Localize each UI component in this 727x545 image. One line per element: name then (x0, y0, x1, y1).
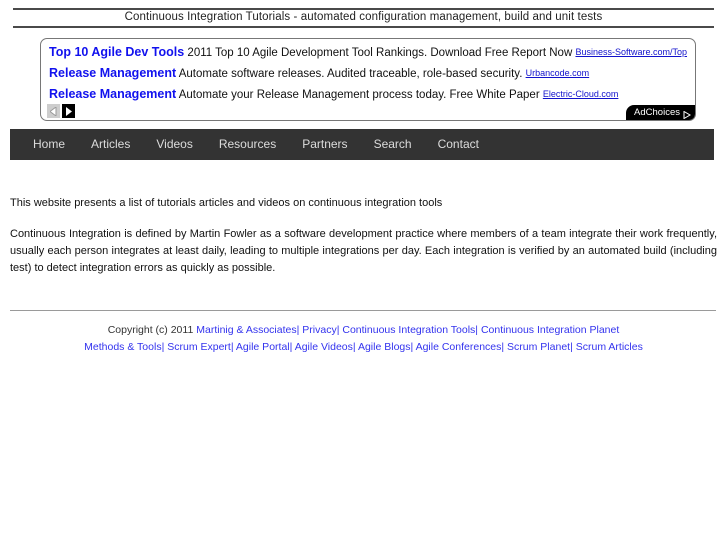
site-footer: Copyright (c) 2011 Martinig & Associates… (0, 322, 727, 355)
ad-title[interactable]: Release Management (49, 87, 176, 101)
chevron-right-icon[interactable] (62, 104, 75, 118)
footer-link-methods-tools[interactable]: Methods & Tools (84, 341, 161, 353)
ad-item[interactable]: Release Management Automate your Release… (41, 84, 695, 105)
footer-link-continuous-integration-tools[interactable]: Continuous Integration Tools (342, 324, 475, 336)
ad-controls: AdChoices (41, 103, 695, 120)
footer-line-1: Copyright (c) 2011 Martinig & Associates… (0, 322, 727, 338)
nav-item-partners[interactable]: Partners (289, 129, 360, 160)
ad-item[interactable]: Top 10 Agile Dev Tools 2011 Top 10 Agile… (41, 42, 695, 63)
nav-item-resources[interactable]: Resources (206, 129, 289, 160)
footer-link-agile-conferences[interactable]: Agile Conferences (416, 341, 502, 353)
footer-line-2: Methods & Tools| Scrum Expert| Agile Por… (0, 339, 727, 355)
adchoices-button[interactable]: AdChoices (626, 105, 695, 120)
footer-link-privacy[interactable]: Privacy (302, 324, 336, 336)
ad-title[interactable]: Release Management (49, 66, 176, 80)
nav-item-contact[interactable]: Contact (425, 129, 492, 160)
footer-separator: | (410, 341, 414, 353)
footer-link-scrum-planet[interactable]: Scrum Planet (507, 341, 570, 353)
page-title-band: Continuous Integration Tutorials - autom… (13, 8, 714, 28)
footer-separator: | (296, 324, 300, 336)
nav-item-home[interactable]: Home (20, 129, 78, 160)
ad-description: Automate software releases. Audited trac… (178, 68, 523, 80)
ad-display-url[interactable]: Urbancode.com (526, 68, 590, 78)
main-navigation: Home Articles Videos Resources Partners … (10, 129, 714, 160)
main-content: This website presents a list of tutorial… (10, 196, 717, 277)
footer-divider (10, 310, 716, 311)
footer-separator: | (501, 341, 505, 353)
chevron-left-icon[interactable] (47, 104, 60, 118)
footer-separator: | (475, 324, 479, 336)
footer-separator: | (336, 324, 340, 336)
footer-separator: | (289, 341, 293, 353)
ad-pagination (47, 104, 75, 118)
ad-display-url[interactable]: Electric-Cloud.com (543, 89, 619, 99)
footer-separator: | (161, 341, 165, 353)
nav-item-articles[interactable]: Articles (78, 129, 143, 160)
copyright-text: Copyright (c) 2011 (107, 324, 194, 336)
adchoices-label: AdChoices (634, 107, 680, 118)
ad-item[interactable]: Release Management Automate software rel… (41, 63, 695, 84)
footer-link-agile-videos[interactable]: Agile Videos (295, 341, 353, 353)
footer-separator: | (570, 341, 573, 353)
body-paragraph: Continuous Integration is defined by Mar… (10, 228, 717, 274)
footer-link-scrum-articles[interactable]: Scrum Articles (576, 341, 643, 353)
intro-text: This website presents a list of tutorial… (10, 197, 443, 209)
ad-display-url[interactable]: Business-Software.com/Top (575, 47, 687, 57)
footer-link-agile-blogs[interactable]: Agile Blogs (358, 341, 411, 353)
nav-item-search[interactable]: Search (361, 129, 425, 160)
footer-separator: | (230, 341, 234, 353)
footer-link-continuous-integration-planet[interactable]: Continuous Integration Planet (481, 324, 619, 336)
ad-description: 2011 Top 10 Agile Development Tool Ranki… (187, 47, 573, 59)
advertisement-block: Top 10 Agile Dev Tools 2011 Top 10 Agile… (40, 38, 696, 121)
ad-title[interactable]: Top 10 Agile Dev Tools (49, 45, 184, 59)
footer-link-agile-portal[interactable]: Agile Portal (236, 341, 290, 353)
page-title: Continuous Integration Tutorials - autom… (124, 11, 603, 24)
footer-link-scrum-expert[interactable]: Scrum Expert (167, 341, 231, 353)
nav-item-videos[interactable]: Videos (143, 129, 205, 160)
footer-link-martinig-associates[interactable]: Martinig & Associates (196, 324, 296, 336)
footer-separator: | (352, 341, 356, 353)
triangle-right-icon (683, 109, 691, 119)
ad-description: Automate your Release Management process… (178, 89, 540, 101)
